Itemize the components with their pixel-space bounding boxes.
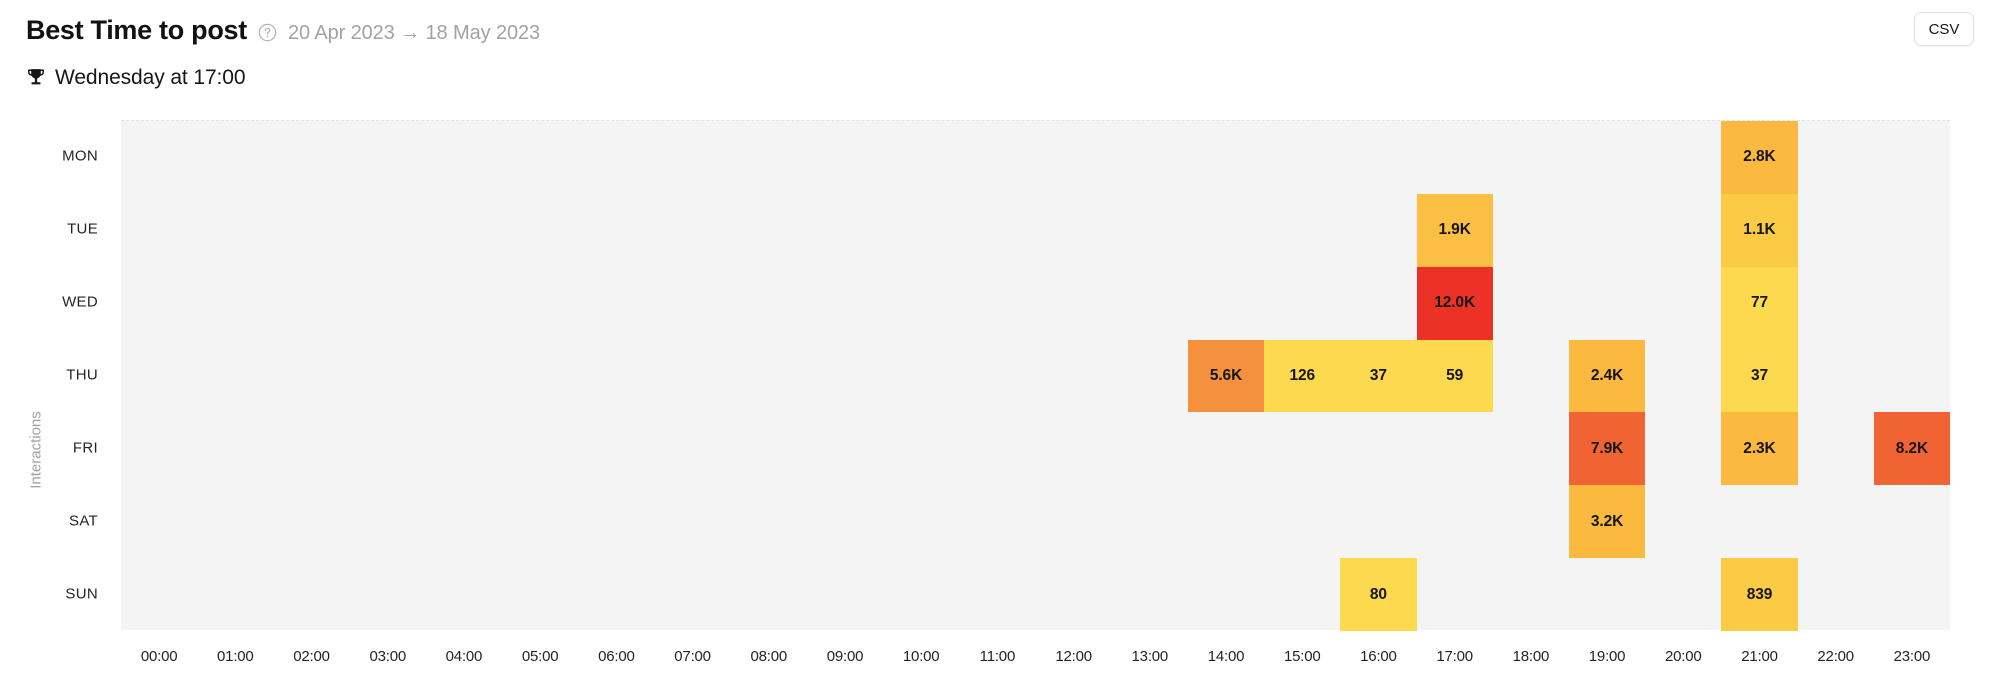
help-circle-icon[interactable]: [258, 23, 277, 42]
x-axis-label-0400: 04:00: [445, 648, 483, 665]
heatmap-cell[interactable]: 3.2K: [1568, 485, 1646, 559]
y-axis-label-sun: SUN: [65, 585, 98, 603]
heatmap-cell[interactable]: 2.8K: [1721, 121, 1798, 194]
heatmap-cell[interactable]: 2.4K: [1568, 339, 1646, 413]
x-axis-label-0200: 02:00: [293, 648, 330, 665]
date-range: 20 Apr 2023 → 18 May 2023: [287, 22, 541, 44]
heatmap-plot-area: 2.8K 1.9K 1.1K 12.0K 77 5.6K 126 37 59 2.4K 37 7.9K…: [121, 120, 1950, 631]
y-axis-label-thu: THU: [66, 366, 98, 384]
x-axis-labels: 00:00 01:00 02:00 03:00 04:00 05:00 06:00 07:00…: [121, 630, 1950, 684]
x-axis-label-0600: 06:00: [598, 648, 635, 665]
x-axis-label-0000: 00:00: [140, 648, 178, 665]
heatmap-chart: Interactions MON TUE WED THU FRI SAT SUN 2.8K 1…: [0, 120, 2000, 684]
x-axis-label-0100: 01:00: [217, 648, 254, 665]
heatmap-cell[interactable]: 37: [1721, 339, 1798, 413]
y-axis-label-mon: MON: [62, 147, 98, 165]
heatmap-cell[interactable]: 37: [1340, 339, 1417, 413]
heatmap-cell[interactable]: 1.9K: [1416, 193, 1493, 267]
x-axis-label-1400: 14:00: [1207, 648, 1245, 665]
heatmap-cell[interactable]: 59: [1416, 339, 1493, 413]
x-axis-label-0900: 09:00: [826, 648, 864, 665]
heatmap-cell[interactable]: 80: [1340, 558, 1417, 631]
x-axis-label-2200: 22:00: [1817, 648, 1854, 665]
best-time-text: Wednesday at 17:00: [55, 66, 246, 89]
x-axis-label-1700: 17:00: [1436, 648, 1473, 665]
y-axis-label-wed: WED: [62, 293, 98, 311]
trophy-icon: [26, 67, 46, 89]
x-axis-label-0500: 05:00: [521, 648, 559, 665]
heatmap-cell[interactable]: 126: [1264, 339, 1341, 413]
widget-header: Best Time to post 20 Apr 2023 → 18 May 2…: [0, 0, 2000, 62]
y-axis-labels: MON TUE WED THU FRI SAT SUN: [0, 120, 112, 630]
heatmap-cell[interactable]: 2.3K: [1721, 412, 1798, 486]
y-axis-label-tue: TUE: [67, 220, 98, 238]
csv-export-button[interactable]: CSV: [1914, 12, 1974, 46]
x-axis-label-1200: 12:00: [1055, 648, 1092, 665]
heatmap-cell[interactable]: 5.6K: [1187, 339, 1265, 413]
title-group: Best Time to post 20 Apr 2023 → 18 May 2…: [0, 17, 540, 45]
heatmap-cell[interactable]: 77: [1721, 266, 1798, 340]
y-axis-label-sat: SAT: [69, 512, 98, 530]
best-time-summary: Wednesday at 17:00: [26, 66, 246, 90]
x-axis-label-1000: 10:00: [902, 648, 940, 665]
x-axis-label-1100: 11:00: [979, 648, 1016, 665]
heatmap-cell[interactable]: 7.9K: [1568, 412, 1646, 486]
heatmap-cell[interactable]: 839: [1721, 558, 1798, 631]
x-axis-label-0300: 03:00: [369, 648, 406, 665]
best-time-to-post-widget: Best Time to post 20 Apr 2023 → 18 May 2…: [0, 0, 2000, 684]
x-axis-label-2300: 23:00: [1893, 648, 1931, 665]
x-axis-label-0800: 08:00: [750, 648, 788, 665]
x-axis-label-1300: 13:00: [1131, 648, 1169, 665]
x-axis-label-0700: 07:00: [674, 648, 711, 665]
x-axis-label-1500: 15:00: [1283, 648, 1321, 665]
heatmap-cell[interactable]: 8.2K: [1873, 412, 1950, 486]
page-title: Best Time to post: [26, 15, 247, 45]
x-axis-label-2100: 21:00: [1741, 648, 1778, 665]
y-axis-label-fri: FRI: [72, 439, 98, 457]
x-axis-label-2000: 20:00: [1664, 648, 1702, 665]
x-axis-label-1900: 19:00: [1588, 648, 1626, 665]
x-axis-label-1800: 18:00: [1512, 648, 1550, 665]
heatmap-cell[interactable]: 12.0K: [1416, 266, 1493, 340]
x-axis-label-1600: 16:00: [1360, 648, 1397, 665]
heatmap-cell[interactable]: 1.1K: [1721, 193, 1798, 267]
